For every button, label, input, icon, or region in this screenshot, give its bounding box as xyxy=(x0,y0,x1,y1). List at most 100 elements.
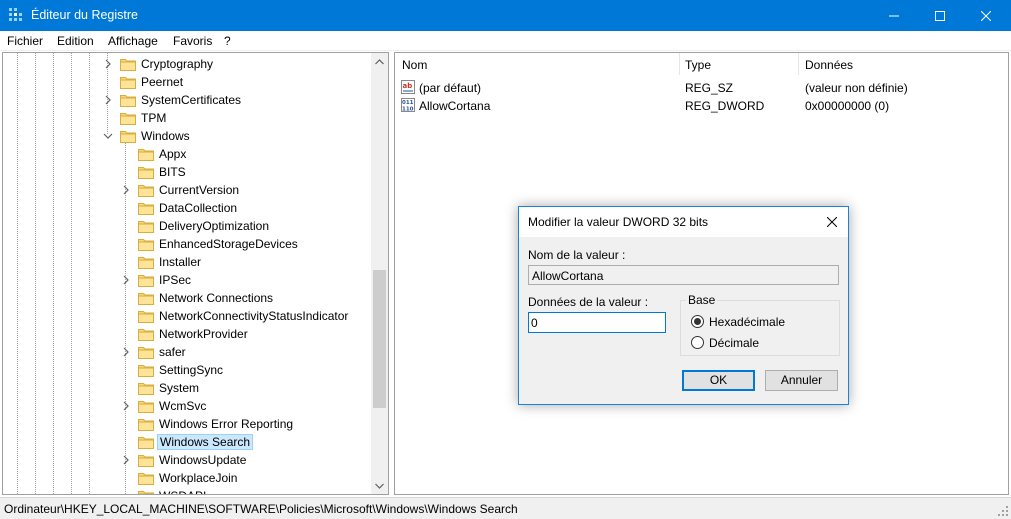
tree-item[interactable]: WindowsUpdate xyxy=(3,451,371,469)
tree-item[interactable]: Appx xyxy=(3,145,371,163)
folder-icon xyxy=(138,257,154,269)
folder-icon xyxy=(138,455,154,467)
title-bar[interactable]: Éditeur du Registre xyxy=(0,0,1011,31)
value-type: REG_SZ xyxy=(685,81,734,95)
folder-icon xyxy=(120,131,136,143)
tree-item[interactable]: EnhancedStorageDevices xyxy=(3,235,371,253)
tree-item-label: BITS xyxy=(159,165,186,179)
tree-item-label: Appx xyxy=(159,147,187,161)
folder-icon xyxy=(138,401,154,413)
status-bar: Ordinateur\HKEY_LOCAL_MACHINE\SOFTWARE\P… xyxy=(0,497,1011,519)
scroll-thumb[interactable] xyxy=(373,270,386,408)
tree-item-label: NetworkProvider xyxy=(159,327,248,341)
tree-item[interactable]: WSDAPI xyxy=(3,487,371,494)
menu-fichier[interactable]: Fichier xyxy=(7,34,43,48)
tree-item[interactable]: Windows Error Reporting xyxy=(3,415,371,433)
folder-icon xyxy=(138,185,154,197)
folder-icon xyxy=(138,383,154,395)
scroll-up-button[interactable] xyxy=(371,53,388,70)
tree-item-label: WindowsUpdate xyxy=(159,453,247,467)
folder-icon xyxy=(138,347,154,359)
menu-affichage[interactable]: Affichage xyxy=(108,34,158,48)
tree-item-label: TPM xyxy=(141,111,167,125)
column-header-donnees[interactable]: Données xyxy=(805,58,853,72)
tree-item[interactable]: Cryptography xyxy=(3,55,371,73)
menu-bar: Fichier Edition Affichage Favoris ? xyxy=(0,31,1011,51)
collapsed-chevron-icon[interactable] xyxy=(103,94,113,106)
value-name: AllowCortana xyxy=(419,99,491,113)
column-separator[interactable] xyxy=(679,53,680,75)
collapsed-chevron-icon[interactable] xyxy=(121,184,131,196)
maximize-button[interactable] xyxy=(917,0,963,31)
folder-icon xyxy=(138,419,154,431)
folder-icon xyxy=(138,329,154,341)
tree-item[interactable]: WcmSvc xyxy=(3,397,371,415)
tree-item[interactable]: Network Connections xyxy=(3,289,371,307)
window-title: Éditeur du Registre xyxy=(31,8,139,22)
radio-hexadecimal-indicator[interactable] xyxy=(691,315,704,328)
resize-grip-icon[interactable] xyxy=(997,505,1009,517)
tree-item[interactable]: Windows Search xyxy=(3,433,371,451)
folder-icon xyxy=(120,95,136,107)
radio-decimal[interactable]: Décimale xyxy=(691,335,831,351)
tree-item-label: DataCollection xyxy=(159,201,238,215)
registry-path: Ordinateur\HKEY_LOCAL_MACHINE\SOFTWARE\P… xyxy=(4,502,518,516)
dialog-title: Modifier la valeur DWORD 32 bits xyxy=(528,215,709,229)
tree-item[interactable]: NetworkConnectivityStatusIndicator xyxy=(3,307,371,325)
tree-item[interactable]: WorkplaceJoin xyxy=(3,469,371,487)
tree-item[interactable]: safer xyxy=(3,343,371,361)
tree-item-label: CurrentVersion xyxy=(159,183,240,197)
collapsed-chevron-icon[interactable] xyxy=(121,400,131,412)
cancel-button[interactable]: Annuler xyxy=(765,370,838,391)
column-header-nom[interactable]: Nom xyxy=(402,58,427,72)
collapsed-chevron-icon[interactable] xyxy=(121,454,131,466)
expanded-chevron-icon[interactable] xyxy=(103,130,113,142)
value-data: (valeur non définie) xyxy=(805,81,908,95)
tree-item[interactable]: BITS xyxy=(3,163,371,181)
tree-item[interactable]: DeliveryOptimization xyxy=(3,217,371,235)
menu-edition[interactable]: Edition xyxy=(57,34,94,48)
value-data-input[interactable] xyxy=(528,312,666,333)
dialog-title-bar[interactable]: Modifier la valeur DWORD 32 bits xyxy=(519,207,848,237)
radio-hexadecimal[interactable]: Hexadécimale xyxy=(691,314,831,330)
tree-vertical-scrollbar[interactable] xyxy=(371,53,388,494)
folder-icon xyxy=(138,491,154,494)
column-header-type[interactable]: Type xyxy=(685,58,711,72)
tree-item[interactable]: IPSec xyxy=(3,271,371,289)
value-row[interactable]: 011 110 AllowCortana REG_DWORD 0x0000000… xyxy=(395,96,1008,114)
scroll-down-button[interactable] xyxy=(371,477,388,494)
close-button[interactable] xyxy=(963,0,1009,31)
tree-item[interactable]: CurrentVersion xyxy=(3,181,371,199)
tree-item[interactable]: SystemCertificates xyxy=(3,91,371,109)
tree-item-label: System xyxy=(159,381,200,395)
tree-item[interactable]: NetworkProvider xyxy=(3,325,371,343)
value-row[interactable]: ab (par défaut) REG_SZ (valeur non défin… xyxy=(395,78,1008,96)
tree-item[interactable]: Peernet xyxy=(3,73,371,91)
tree-item[interactable]: TPM xyxy=(3,109,371,127)
close-icon xyxy=(981,10,991,21)
folder-icon xyxy=(138,149,154,161)
tree-item[interactable]: Installer xyxy=(3,253,371,271)
tree-item[interactable]: Windows xyxy=(3,127,371,145)
menu-help[interactable]: ? xyxy=(224,34,231,48)
close-icon xyxy=(827,217,837,227)
collapsed-chevron-icon[interactable] xyxy=(121,274,131,286)
base-groupbox: Base Hexadécimale Décimale xyxy=(680,293,840,356)
key-tree-pane[interactable]: Cryptography Peernet SystemCertificates TPM… xyxy=(2,52,389,495)
radio-decimal-indicator[interactable] xyxy=(691,336,704,349)
tree-item[interactable]: System xyxy=(3,379,371,397)
tree-item[interactable]: DataCollection xyxy=(3,199,371,217)
value-name-label: Nom de la valeur : xyxy=(528,248,626,262)
minimize-button[interactable] xyxy=(871,0,917,31)
menu-favoris[interactable]: Favoris xyxy=(173,34,212,48)
ok-button[interactable]: OK xyxy=(682,370,755,391)
folder-icon xyxy=(138,275,154,287)
dialog-close-button[interactable] xyxy=(816,207,848,237)
collapsed-chevron-icon[interactable] xyxy=(103,58,113,70)
column-separator[interactable] xyxy=(798,53,799,75)
radio-decimal-label: Décimale xyxy=(709,336,760,350)
tree-item-label: Windows Search xyxy=(157,434,254,450)
value-name-field[interactable]: AllowCortana xyxy=(528,265,839,285)
tree-item[interactable]: SettingSync xyxy=(3,361,371,379)
collapsed-chevron-icon[interactable] xyxy=(121,346,131,358)
